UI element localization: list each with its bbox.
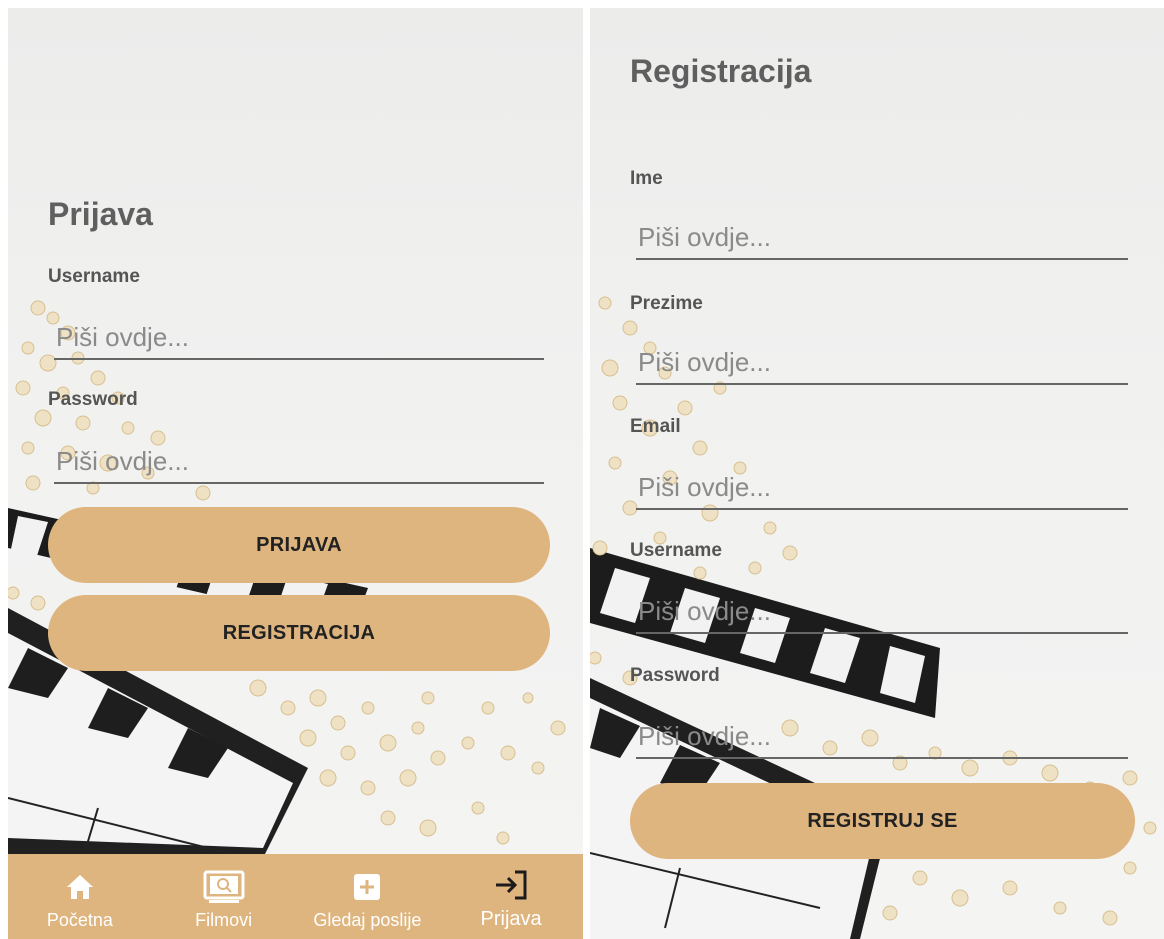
login-screen: Prijava Username Password PRIJAVA REGIST… [8, 8, 583, 939]
film-screen-icon [203, 870, 245, 904]
register-submit-button[interactable]: REGISTRUJ SE [630, 783, 1135, 859]
nav-item-movies[interactable]: Filmovi [152, 854, 296, 939]
home-icon [65, 870, 95, 904]
last-name-input[interactable] [636, 341, 1128, 385]
register-button[interactable]: REGISTRACIJA [48, 595, 550, 671]
password-input[interactable] [636, 715, 1128, 759]
username-input[interactable] [54, 316, 544, 360]
nav-label-watch-later: Gledaj poslije [313, 910, 422, 930]
bottom-navigation-bar: Početna Filmovi Gledaj poslije Prijava [8, 854, 583, 939]
nav-item-login[interactable]: Prijava [439, 854, 583, 939]
email-input[interactable] [636, 466, 1128, 510]
login-icon [493, 868, 529, 902]
first-name-label: Ime [630, 168, 663, 189]
username-label: Username [48, 266, 140, 287]
username-label: Username [630, 540, 722, 561]
nav-label-movies: Filmovi [195, 910, 253, 930]
nav-item-home[interactable]: Početna [8, 854, 152, 939]
email-label: Email [630, 416, 681, 437]
nav-label-login: Prijava [480, 908, 542, 930]
registration-screen: Registracija Ime Prezime Email Username … [590, 8, 1164, 939]
add-box-icon [352, 870, 382, 904]
password-label: Password [630, 665, 720, 686]
login-button[interactable]: PRIJAVA [48, 507, 550, 583]
username-input[interactable] [636, 590, 1128, 634]
page-title: Prijava [48, 196, 153, 232]
first-name-input[interactable] [636, 216, 1128, 260]
last-name-label: Prezime [630, 293, 703, 314]
nav-item-watch-later[interactable]: Gledaj poslije [296, 854, 440, 939]
page-title: Registracija [630, 53, 812, 89]
password-label: Password [48, 389, 138, 410]
nav-label-home: Početna [46, 910, 113, 930]
password-input[interactable] [54, 440, 544, 484]
